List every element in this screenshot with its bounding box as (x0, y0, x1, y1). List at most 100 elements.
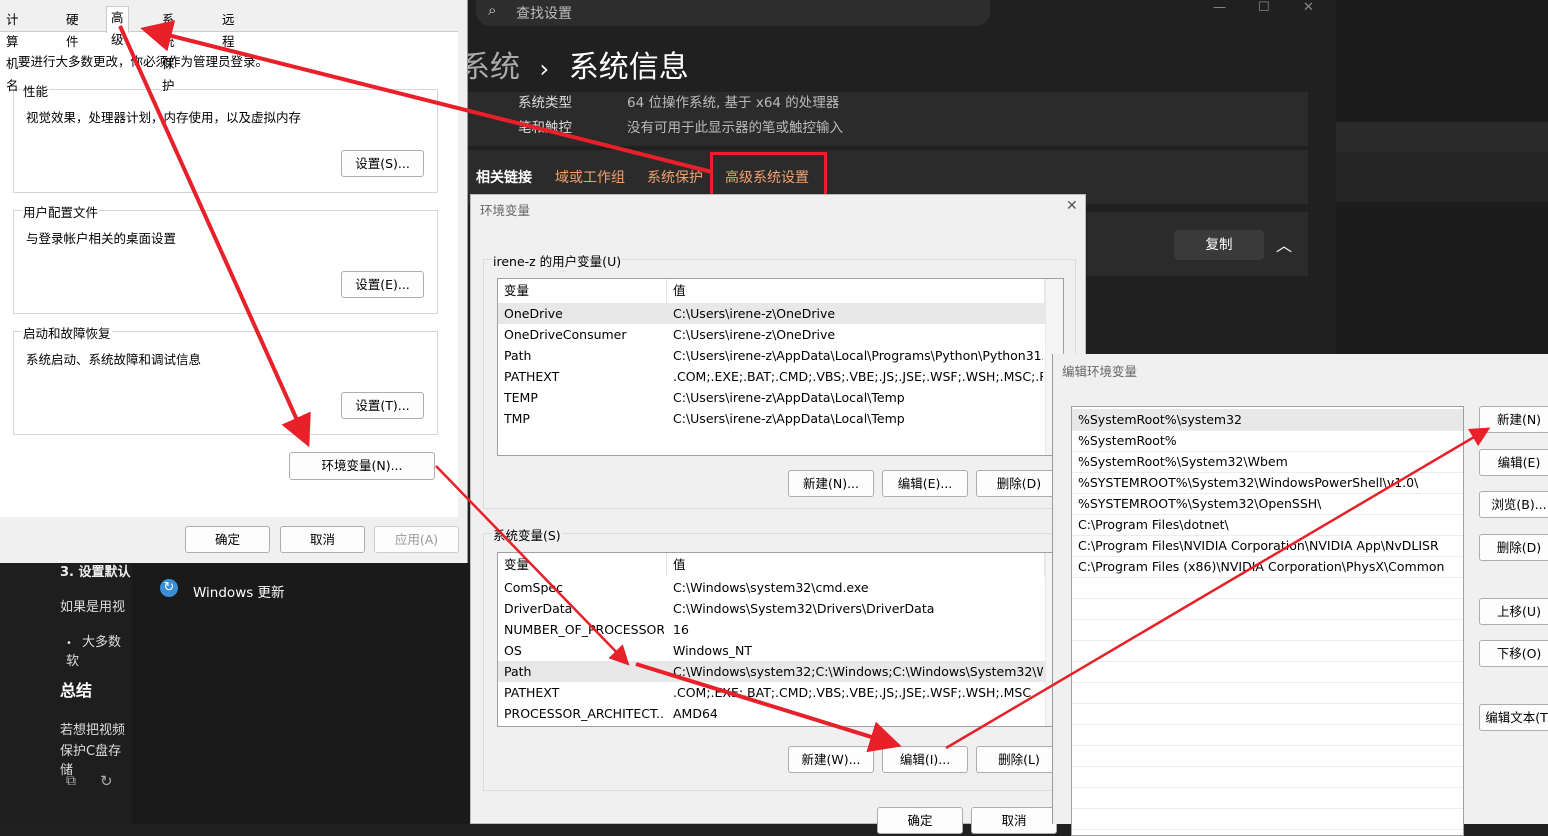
var-value-cell[interactable]: C:\Users\irene-z\OneDrive (673, 303, 1043, 324)
var-name-cell[interactable]: NUMBER_OF_PROCESSORS (504, 619, 664, 640)
var-name-cell[interactable]: OneDriveConsumer (504, 324, 664, 345)
environment-variables-dialog: 环境变量 ✕ irene-z 的用户变量(U) 变量 值 OneDrive C:\… (470, 194, 1086, 834)
path-entry[interactable]: C:\Program Files\dotnet\ (1078, 514, 1229, 535)
path-delete-button[interactable]: 删除(D) (1479, 534, 1548, 561)
tab-computer-name[interactable]: 计算机名 (2, 9, 23, 93)
link-domain-workgroup[interactable]: 域或工作组 (555, 167, 625, 187)
breadcrumb-parent[interactable]: 系统 (460, 50, 520, 85)
user-col-variable[interactable]: 变量 (498, 279, 667, 303)
tab-advanced[interactable]: 高级 (106, 6, 129, 47)
var-value-cell[interactable]: C:\Windows\system32\cmd.exe (673, 577, 1043, 598)
copy-button[interactable]: 复制 (1174, 230, 1264, 260)
env-cancel-button[interactable]: 取消 (971, 807, 1057, 834)
path-move-up-button[interactable]: 上移(U) (1479, 598, 1548, 625)
var-value-cell[interactable]: C:\Users\irene-z\OneDrive (673, 324, 1043, 345)
row-divider (1072, 808, 1463, 809)
var-name-cell[interactable]: PATHEXT (504, 682, 664, 703)
var-value-cell[interactable]: C:\Users\irene-z\AppData\Local\Temp (673, 387, 1043, 408)
startup-recovery-settings-button[interactable]: 设置(T)... (341, 392, 424, 419)
var-value-cell[interactable]: C:\Users\irene-z\AppData\Local\Programs\… (673, 345, 1043, 366)
chevron-up-icon[interactable]: ︿ (1276, 232, 1292, 256)
maximize-icon[interactable]: ☐ (1258, 0, 1270, 15)
row-divider (1072, 619, 1463, 620)
var-name-cell[interactable]: PROCESSOR_ARCHITECT... (504, 703, 664, 724)
system-vars-list[interactable]: 变量 值 ComSpec C:\Windows\system32\cmd.exe D… (497, 552, 1064, 727)
sys-col-variable[interactable]: 变量 (498, 553, 667, 577)
var-name-cell[interactable]: ComSpec (504, 577, 664, 598)
env-close-icon[interactable]: ✕ (1066, 198, 1078, 214)
path-new-button[interactable]: 新建(N) (1479, 406, 1548, 433)
path-entry[interactable]: %SystemRoot%\System32\Wbem (1078, 451, 1288, 472)
var-name-cell[interactable]: OS (504, 640, 664, 661)
close-icon[interactable]: ✕ (1303, 0, 1314, 15)
admin-note: 要进行大多数更改，你必须作为管理员登录。 (18, 54, 269, 69)
tab-remote[interactable]: 远程 (218, 9, 239, 49)
refresh-icon[interactable]: ↻ (100, 772, 113, 790)
sysprop-cancel-button[interactable]: 取消 (280, 526, 365, 553)
user-new-button[interactable]: 新建(N)... (788, 470, 874, 497)
var-value-cell[interactable]: .COM;.EXE;.BAT;.CMD;.VBS;.VBE;.JS;.JSE;.… (673, 682, 1043, 703)
nav-windows-update[interactable]: Windows 更新 (193, 581, 285, 601)
sys-edit-button[interactable]: 编辑(I)... (882, 746, 968, 773)
user-vars-list[interactable]: 变量 值 OneDrive C:\Users\irene-z\OneDrive On… (497, 278, 1064, 456)
row-divider (1072, 724, 1463, 725)
env-ok-button[interactable]: 确定 (877, 807, 963, 834)
sys-delete-button[interactable]: 删除(L) (976, 746, 1062, 773)
var-name-cell[interactable]: TMP (504, 408, 664, 429)
path-entry[interactable]: %SYSTEMROOT%\System32\WindowsPowerShell\… (1078, 472, 1418, 493)
var-name-cell[interactable]: DriverData (504, 598, 664, 619)
background-window-strip (1336, 122, 1548, 152)
user-profile-settings-button[interactable]: 设置(E)... (341, 271, 424, 298)
sys-new-button[interactable]: 新建(W)... (788, 746, 874, 773)
startup-recovery-title: 启动和故障恢复 (22, 323, 112, 342)
path-entry[interactable]: %SystemRoot% (1078, 430, 1177, 451)
var-value-cell[interactable]: C:\Windows\system32;C:\Windows;C:\Window… (673, 661, 1043, 682)
sys-col-value[interactable]: 值 (667, 553, 1045, 577)
article-text-1: 如果是用视 (60, 600, 126, 615)
path-entry[interactable]: C:\Program Files (x86)\NVIDIA Corporatio… (1078, 556, 1444, 577)
path-entries-list[interactable]: %SystemRoot%\system32 %SystemRoot% %System… (1071, 406, 1464, 836)
user-col-value[interactable]: 值 (667, 279, 1045, 303)
breadcrumb-separator: › (539, 55, 550, 83)
minimize-icon[interactable]: — (1213, 0, 1226, 15)
background-window-strip-2 (1336, 152, 1548, 202)
tab-hardware[interactable]: 硬件 (62, 9, 83, 49)
path-edit-button[interactable]: 编辑(E) (1479, 449, 1548, 476)
performance-settings-button[interactable]: 设置(S)... (341, 150, 424, 177)
var-value-cell[interactable]: AMD64 (673, 703, 1043, 724)
var-value-cell[interactable]: Windows_NT (673, 640, 1043, 661)
row-divider (1072, 829, 1463, 830)
path-entry[interactable]: C:\Program Files\NVIDIA Corporation\NVID… (1078, 535, 1439, 556)
path-entry[interactable]: %SYSTEMROOT%\System32\OpenSSH\ (1078, 493, 1321, 514)
system-type-label: 系统类型 (518, 95, 572, 111)
var-name-cell[interactable]: Path (504, 661, 664, 682)
user-delete-button[interactable]: 删除(D) (976, 470, 1062, 497)
settings-search-box[interactable]: ⌕ 查找设置 (476, 0, 990, 26)
var-name-cell[interactable]: TEMP (504, 387, 664, 408)
link-system-protection[interactable]: 系统保护 (647, 167, 703, 187)
copy-icon[interactable]: ⧉ (66, 773, 76, 789)
path-move-down-button[interactable]: 下移(O) (1479, 640, 1548, 667)
system-type-value: 64 位操作系统, 基于 x64 的处理器 (627, 95, 840, 111)
tab-system-protection[interactable]: 系统保护 (158, 9, 179, 93)
sysprop-ok-button[interactable]: 确定 (185, 526, 270, 553)
row-divider (1072, 787, 1463, 788)
environment-variables-button[interactable]: 环境变量(N)... (289, 452, 435, 480)
var-value-cell[interactable]: .COM;.EXE;.BAT;.CMD;.VBS;.VBE;.JS;.JSE;.… (673, 366, 1043, 387)
var-value-cell[interactable]: 16 (673, 619, 1043, 640)
user-edit-button[interactable]: 编辑(E)... (882, 470, 968, 497)
breadcrumb: 系统 › 系统信息 (460, 42, 689, 86)
row-divider (1072, 598, 1463, 599)
var-name-cell[interactable]: PATHEXT (504, 366, 664, 387)
article-background: 3. 设置默认 如果是用视 • 大多数软 总结 若想把视频 保护C盘存储 ⧉ ↻ (0, 563, 132, 824)
path-edit-text-button[interactable]: 编辑文本(T) (1479, 704, 1548, 731)
var-value-cell[interactable]: C:\Users\irene-z\AppData\Local\Temp (673, 408, 1043, 429)
var-name-cell[interactable]: Path (504, 345, 664, 366)
path-browse-button[interactable]: 浏览(B)... (1479, 491, 1548, 518)
path-entry[interactable]: %SystemRoot%\system32 (1078, 409, 1242, 430)
var-name-cell[interactable]: OneDrive (504, 303, 664, 324)
row-divider (1072, 682, 1463, 683)
system-spec-card: 系统类型 64 位操作系统, 基于 x64 的处理器 笔和触控 没有可用于此显示… (468, 92, 1308, 146)
var-value-cell[interactable]: C:\Windows\System32\Drivers\DriverData (673, 598, 1043, 619)
system-vars-group: 系统变量(S) 变量 值 ComSpec C:\Windows\system32\… (483, 525, 1076, 791)
